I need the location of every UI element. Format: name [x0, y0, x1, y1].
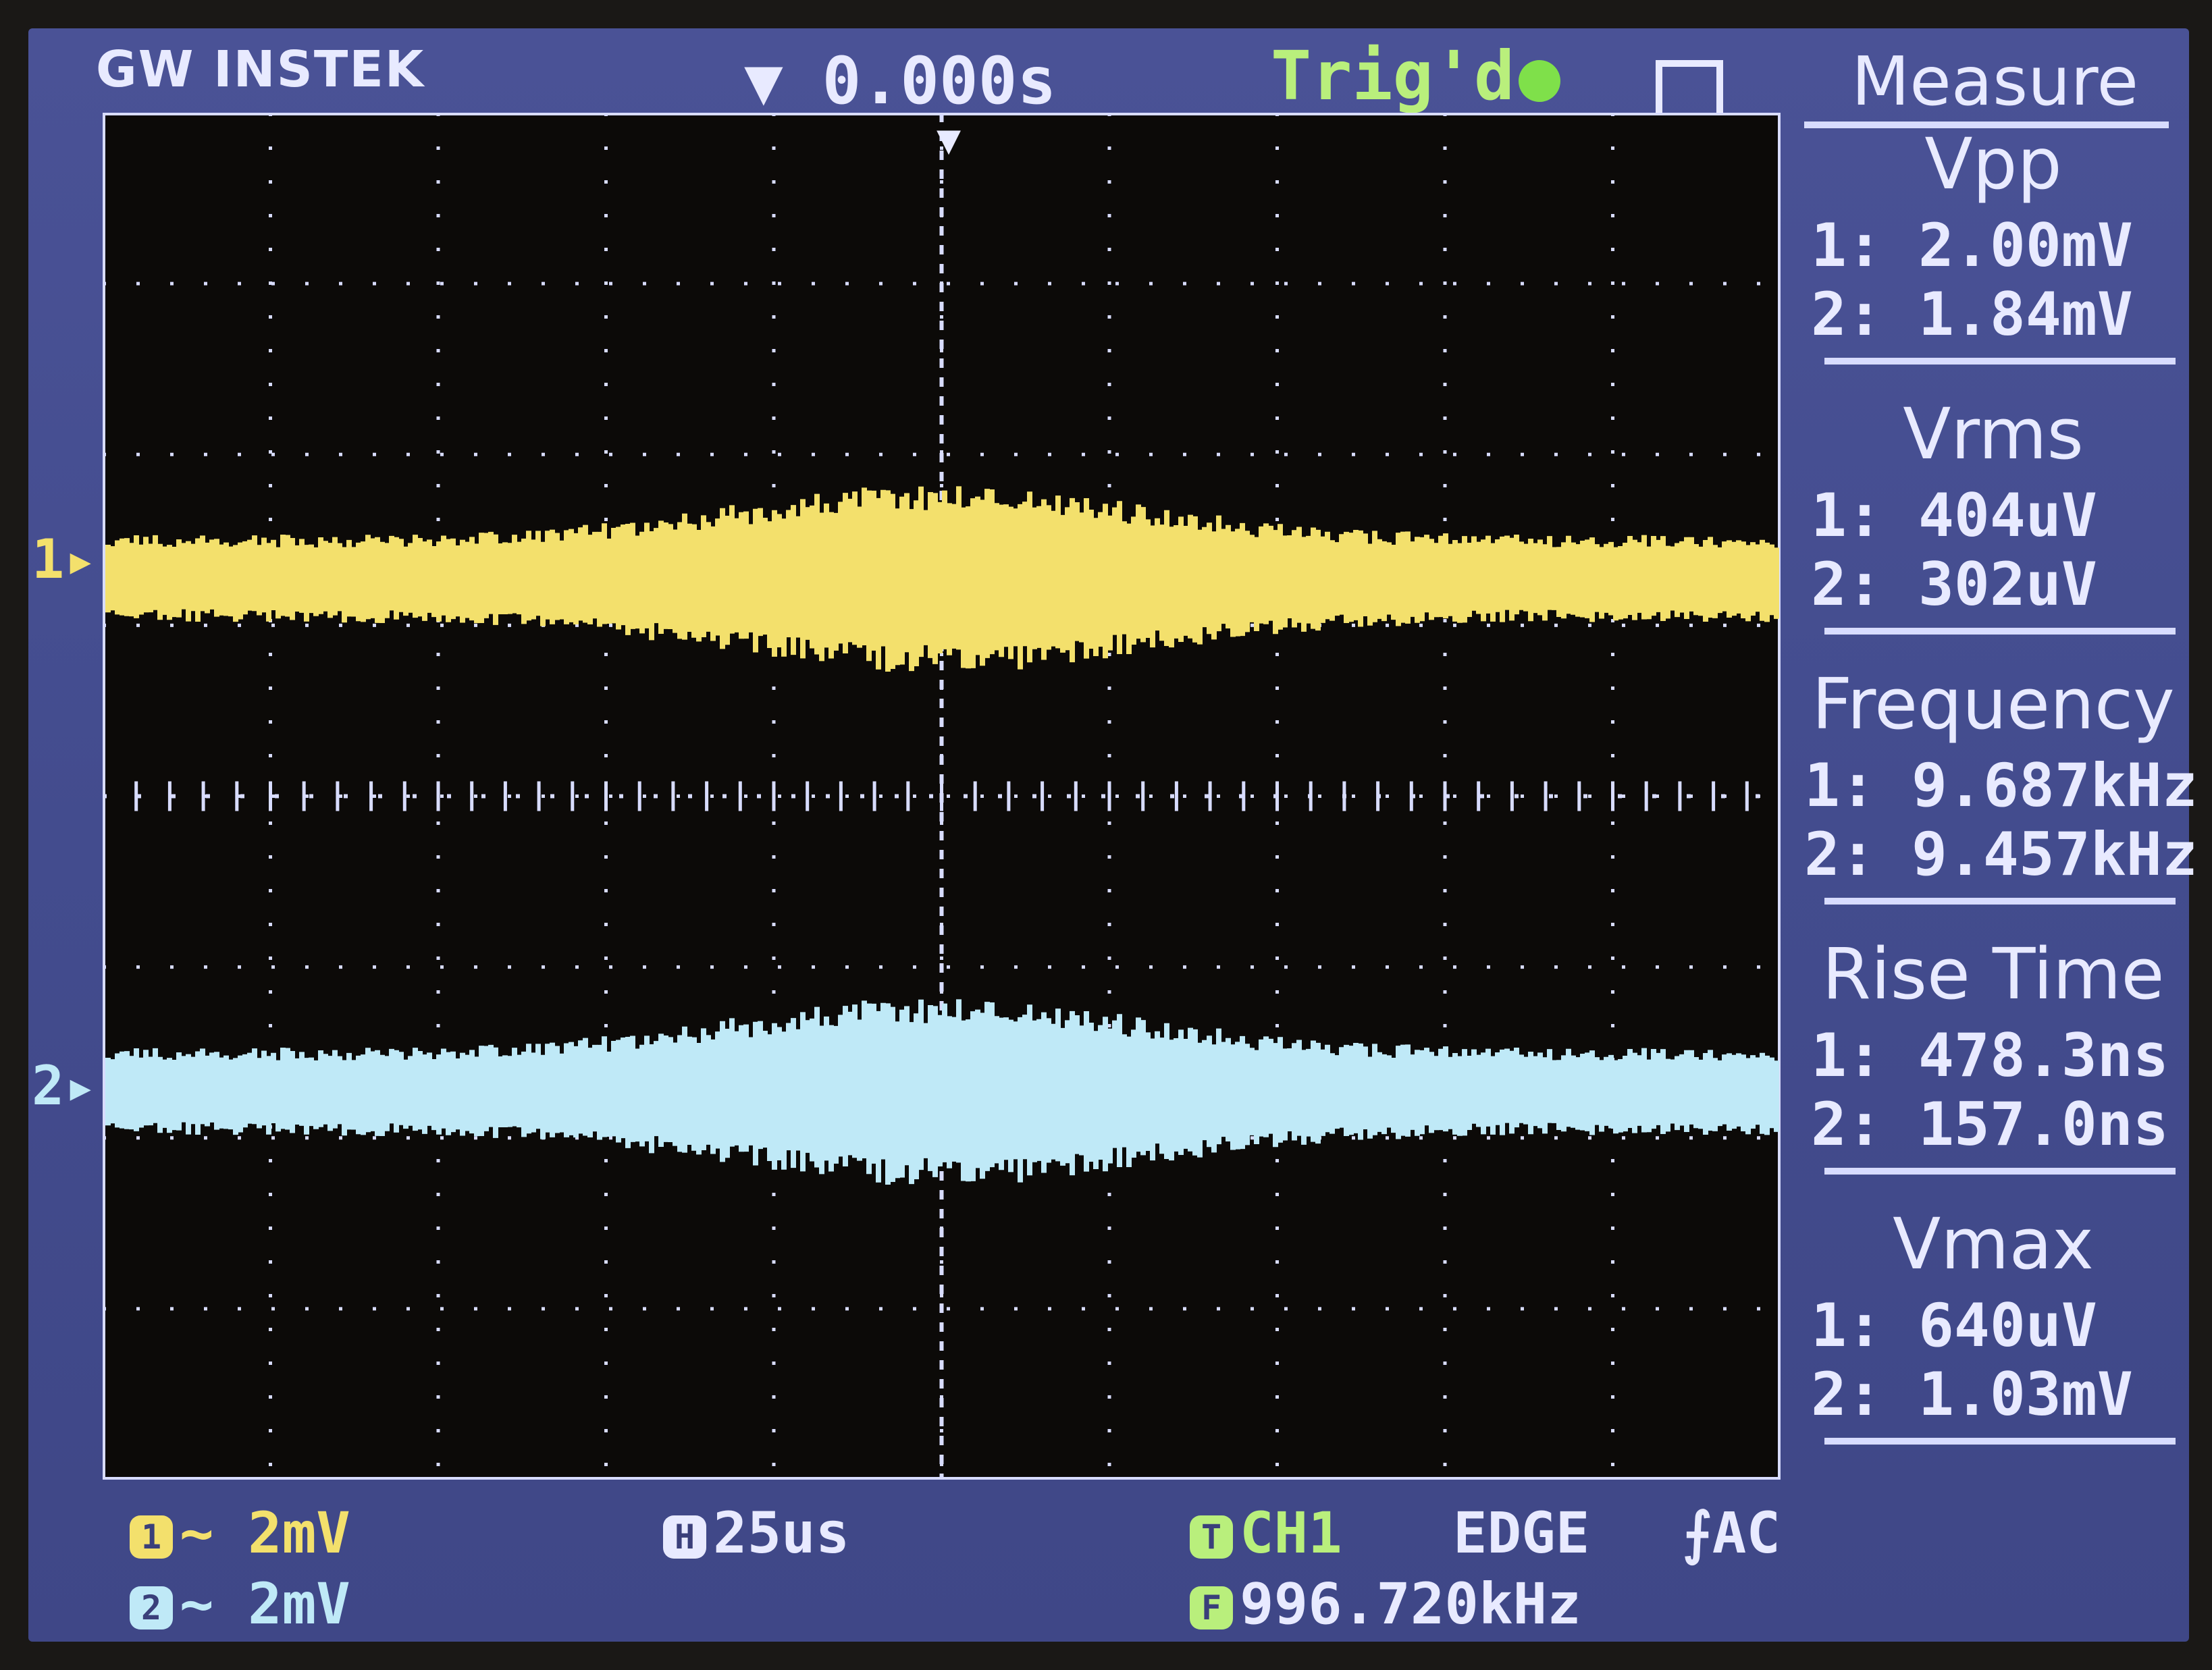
trigger-badge-icon: T: [1190, 1515, 1233, 1559]
divider: [1824, 628, 2176, 635]
measure-ch1-value: 1: 640uV: [1811, 1291, 2097, 1360]
timebase[interactable]: H 25us: [663, 1500, 849, 1566]
ch1-waveform: [105, 486, 1779, 672]
measure-name: Frequency: [1812, 663, 2175, 745]
ch1-badge-icon: 1: [130, 1515, 173, 1559]
panel-title[interactable]: Measure: [1851, 42, 2138, 121]
frequency-badge-icon: F: [1190, 1586, 1233, 1630]
measure-ch1-value: 1: 478.3ns: [1811, 1021, 2169, 1090]
divider: [1824, 358, 2176, 365]
measure-ch2-value: 2: 1.03mV: [1811, 1359, 2133, 1429]
measure-ch2-value: 2: 302uV: [1811, 549, 2097, 619]
oscilloscope-screen: GW INSTEK ▼ 0.000s Trig'd Measure 1▸ 2▸ …: [28, 28, 2198, 1642]
measure-ch1-value: 1: 2.00mV: [1811, 211, 2133, 280]
waveform-display: [103, 113, 1781, 1480]
timebase-badge-icon: H: [663, 1515, 706, 1559]
trigger-time-marker: ▼: [937, 116, 962, 163]
ch2-scale[interactable]: 2 ~ 2mV: [130, 1571, 350, 1637]
measure-name: Vpp: [1924, 123, 2062, 205]
measure-ch2-value: 2: 157.0ns: [1811, 1089, 2169, 1159]
rising-edge-icon: ⨍: [1683, 1500, 1712, 1566]
trigger-frequency: F 996.720kHz: [1190, 1571, 1581, 1637]
ch2-badge-icon: 2: [130, 1586, 173, 1630]
trigger-coupling[interactable]: ⨍AC: [1683, 1500, 1781, 1566]
measure-ch2-value: 2: 9.457kHz: [1804, 819, 2198, 889]
trigger-source[interactable]: T CH1: [1190, 1500, 1342, 1566]
ch1-scale[interactable]: 1 ~ 2mV: [130, 1500, 350, 1566]
divider: [1824, 1438, 2176, 1445]
measure-ch2-value: 2: 1.84mV: [1811, 279, 2133, 349]
measure-name: Vrms: [1903, 393, 2084, 475]
measure-name: Vmax: [1893, 1203, 2094, 1285]
ch2-position-marker[interactable]: 2▸: [32, 1054, 97, 1117]
trigger-status-label: Trig'd: [1271, 36, 1515, 115]
waveform-grid: [103, 113, 1781, 1480]
ch2-waveform: [105, 999, 1779, 1185]
trigger-type[interactable]: EDGE: [1453, 1500, 1589, 1566]
divider: [1824, 898, 2176, 905]
measure-ch1-value: 1: 404uV: [1811, 481, 2097, 550]
brand-logo: GW INSTEK: [96, 41, 425, 99]
measure-name: Rise Time: [1822, 933, 2165, 1015]
ch1-position-marker[interactable]: 1▸: [32, 528, 97, 591]
divider: [1824, 1168, 2176, 1175]
measure-ch1-value: 1: 9.687kHz: [1804, 751, 2198, 820]
time-position-readout: ▼ 0.000s: [744, 43, 1057, 119]
trigger-status: Trig'd: [1271, 36, 1561, 115]
status-bar: 1 ~ 2mV 2 ~ 2mV H 25us T CH1 EDGE ⨍AC F 996.7…: [28, 1500, 1797, 1637]
trigger-led-icon: [1519, 59, 1561, 102]
